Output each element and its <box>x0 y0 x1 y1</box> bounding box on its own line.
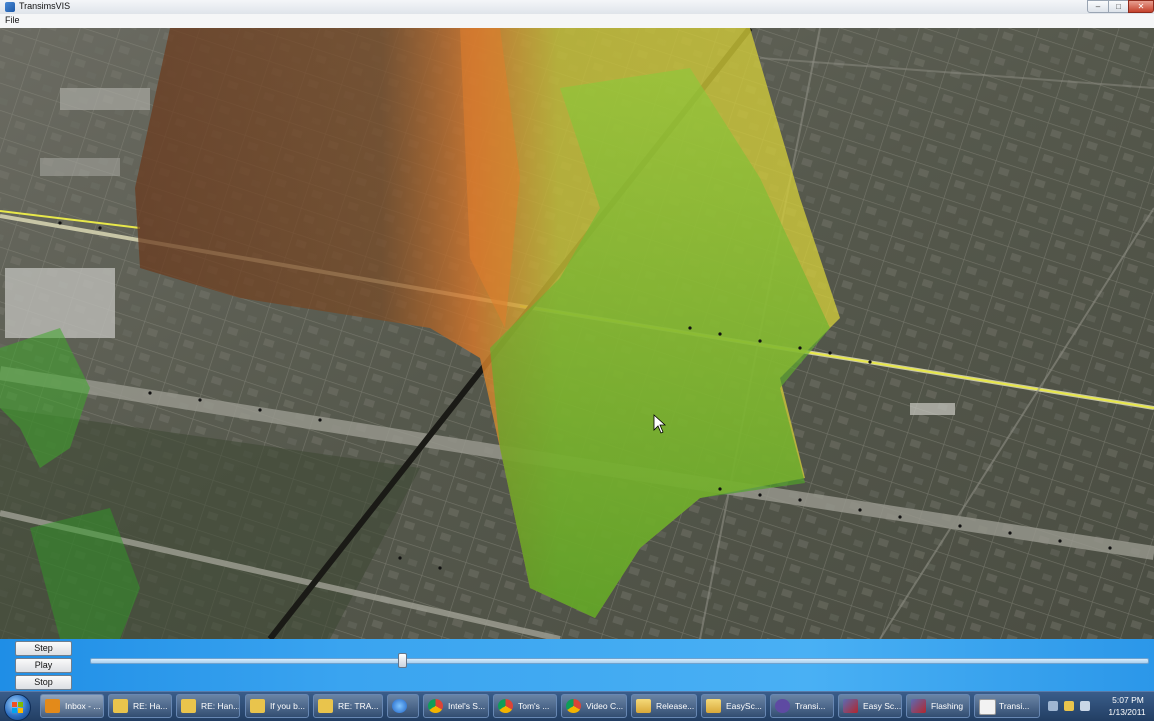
menu-bar: File <box>0 14 1154 29</box>
taskbar-item-label: Easy Sc... <box>863 701 902 711</box>
notification-icon[interactable] <box>1064 701 1074 711</box>
menu-file[interactable]: File <box>5 15 20 25</box>
map-viewport[interactable] <box>0 28 1154 639</box>
taskbar-item-label: EasySc... <box>726 701 762 711</box>
taskbar-item-label: Flashing <box>931 701 964 711</box>
mail-icon <box>318 699 333 713</box>
maximize-button[interactable]: □ <box>1108 0 1129 13</box>
taskbar-item[interactable]: RE: Han... <box>176 694 240 718</box>
window-title: TransimsVIS <box>19 1 71 11</box>
taskbar-item-label: RE: TRA... <box>338 701 379 711</box>
clock-date[interactable]: 1/13/2011 <box>1101 707 1153 717</box>
system-tray: 5:07 PM 1/13/2011 <box>1044 692 1154 721</box>
title-bar: TransimsVIS – □ ✕ <box>0 0 1154 15</box>
windows-logo-icon <box>12 702 23 713</box>
taskbar-item[interactable]: Video C... <box>561 694 627 718</box>
play-button[interactable]: Play <box>15 658 72 673</box>
timeline-slider-thumb[interactable] <box>398 653 407 668</box>
taskbar-item[interactable]: EasySc... <box>701 694 766 718</box>
map-scene <box>0 28 1154 639</box>
timeline-slider[interactable] <box>90 653 1149 668</box>
taskbar-item[interactable]: Release... <box>631 694 697 718</box>
taskbar-item[interactable]: Intel's S... <box>423 694 489 718</box>
step-button[interactable]: Step <box>15 641 72 656</box>
start-button[interactable] <box>4 694 31 721</box>
document-icon <box>979 699 996 715</box>
mail-icon <box>250 699 265 713</box>
taskbar-item[interactable] <box>387 694 419 718</box>
folder-icon <box>706 699 721 713</box>
building <box>40 158 120 176</box>
taskbar-item-label: If you b... <box>270 701 305 711</box>
building <box>60 88 150 110</box>
clock-time[interactable]: 5:07 PM <box>1104 695 1152 705</box>
playback-controls: Step Play Stop <box>0 639 1154 691</box>
mail-icon <box>113 699 128 713</box>
taskbar-item-label: Inbox - ... <box>65 701 101 711</box>
close-button[interactable]: ✕ <box>1128 0 1154 13</box>
taskbar-item[interactable]: Inbox - ... <box>40 694 104 718</box>
internet-explorer-icon <box>392 699 407 713</box>
outlook-icon <box>45 699 60 713</box>
mail-icon <box>181 699 196 713</box>
app-icon <box>911 699 926 713</box>
folder-icon <box>636 699 651 713</box>
taskbar-item-label: RE: Ha... <box>133 701 168 711</box>
taskbar-item-label: Intel's S... <box>448 701 486 711</box>
taskbar-item[interactable]: Flashing <box>906 694 970 718</box>
taskbar-item-label: Tom's ... <box>518 701 550 711</box>
volume-icon[interactable] <box>1080 701 1090 711</box>
taskbar: Inbox - ... RE: Ha... RE: Han... If you b..… <box>0 691 1154 721</box>
visual-studio-icon <box>775 699 790 713</box>
app-icon <box>843 699 858 713</box>
chrome-icon <box>498 699 513 713</box>
taskbar-item[interactable]: RE: TRA... <box>313 694 383 718</box>
taskbar-item[interactable]: Tom's ... <box>493 694 557 718</box>
taskbar-item[interactable]: Transi... <box>974 694 1040 718</box>
taskbar-item-label: Video C... <box>586 701 624 711</box>
show-hidden-icons-icon[interactable] <box>1048 701 1058 711</box>
taskbar-item[interactable]: RE: Ha... <box>108 694 172 718</box>
taskbar-item-label: Transi... <box>795 701 826 711</box>
taskbar-item[interactable]: Transi... <box>770 694 834 718</box>
taskbar-item[interactable]: Easy Sc... <box>838 694 902 718</box>
taskbar-item-label: Release... <box>656 701 695 711</box>
minimize-button[interactable]: – <box>1087 0 1109 13</box>
building <box>910 403 955 415</box>
taskbar-item[interactable]: If you b... <box>245 694 309 718</box>
warehouse-building <box>5 268 115 338</box>
chrome-icon <box>428 699 443 713</box>
chrome-icon <box>566 699 581 713</box>
taskbar-item-label: RE: Han... <box>201 701 240 711</box>
taskbar-item-label: Transi... <box>999 701 1030 711</box>
app-icon <box>5 2 15 12</box>
stop-button[interactable]: Stop <box>15 675 72 690</box>
